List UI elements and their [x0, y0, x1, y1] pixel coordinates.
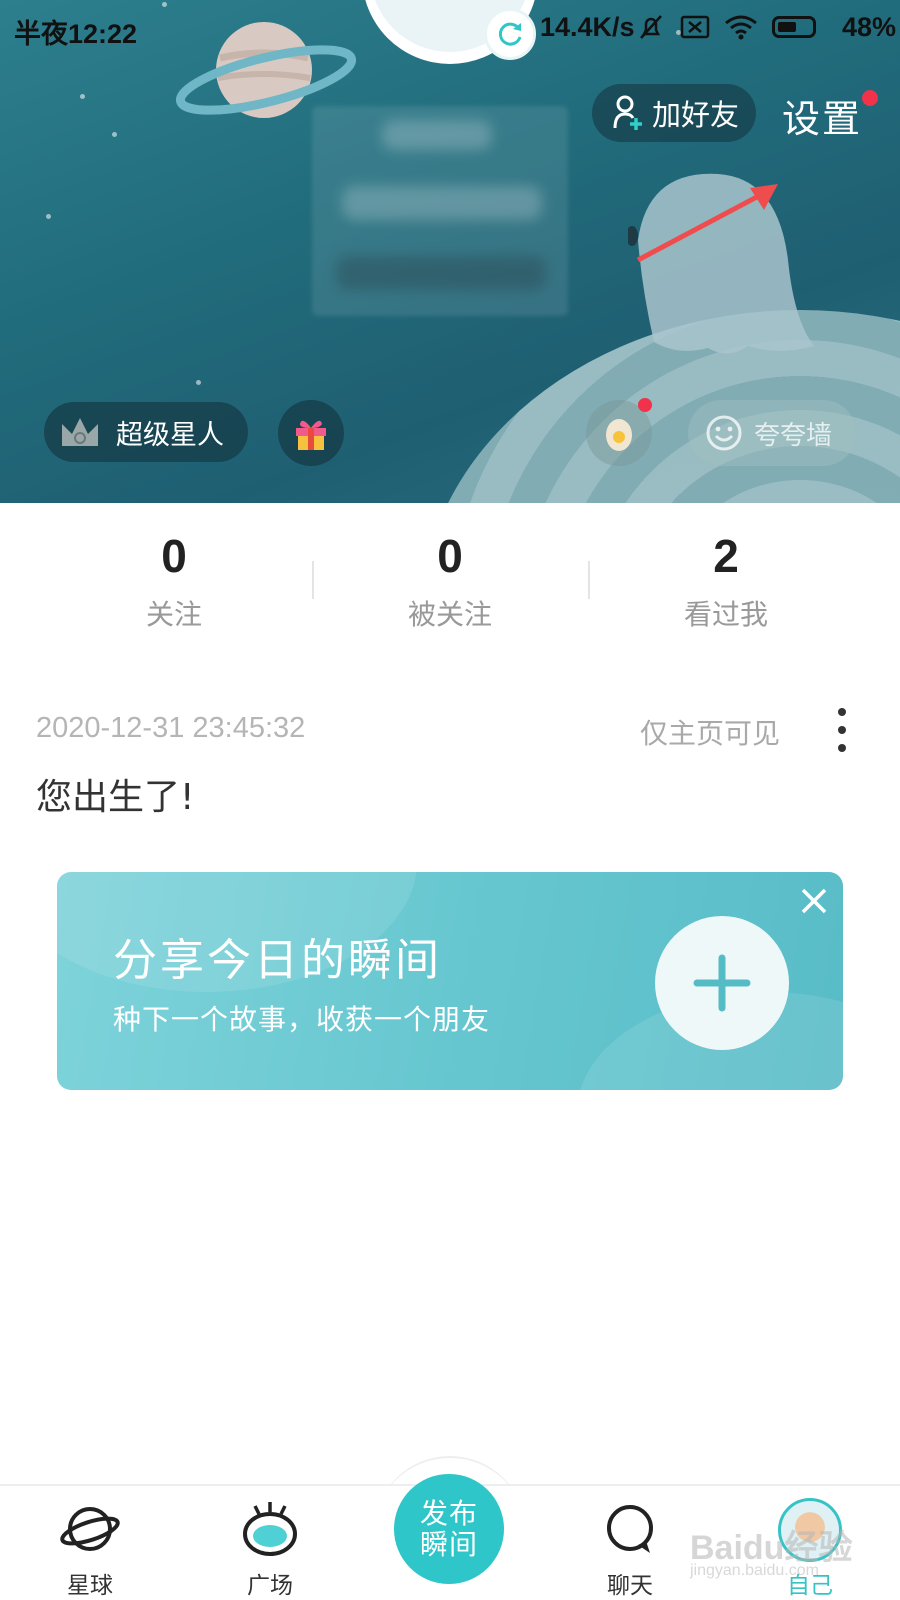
stat-following[interactable]: 0 关注: [74, 529, 274, 633]
settings-button[interactable]: 设置: [782, 88, 862, 143]
gift-button[interactable]: [278, 400, 344, 466]
share-moment-card[interactable]: 分享今日的瞬间 种下一个故事，收获一个朋友: [57, 872, 843, 1090]
status-time: 半夜12:22: [14, 19, 138, 49]
egg-notification-dot: [638, 398, 652, 412]
tab-square[interactable]: 广场: [210, 1498, 330, 1600]
tab-chat[interactable]: 聊天: [570, 1498, 690, 1600]
chat-icon: [607, 1505, 653, 1553]
no-sim-icon: [680, 15, 710, 39]
eye-icon: [243, 1502, 297, 1556]
following-label: 关注: [145, 598, 202, 631]
gift-icon: [296, 420, 326, 450]
post-timestamp: 2020-12-31 23:45:32: [36, 712, 306, 744]
publish-label-line2: 瞬间: [419, 1528, 478, 1561]
status-bar: 半夜12:22 14.4K/s 48%: [0, 0, 900, 56]
super-star-label: 超级星人: [116, 419, 224, 451]
followers-count: 0: [437, 530, 463, 582]
network-speed: 14.4K/s: [540, 12, 635, 42]
stat-visitors[interactable]: 2 看过我: [626, 529, 826, 633]
share-card-title: 分享今日的瞬间: [113, 935, 442, 986]
wifi-icon: [725, 15, 757, 40]
close-icon[interactable]: [797, 884, 831, 918]
mute-bell-icon: [640, 15, 662, 39]
post-visibility: 仅主页可见: [640, 717, 781, 750]
visitors-count: 2: [713, 530, 739, 582]
battery-icon: [772, 16, 816, 38]
star-decoration: [112, 132, 117, 137]
super-star-button[interactable]: 超级星人: [44, 402, 248, 462]
more-dot: [838, 726, 846, 734]
share-add-button[interactable]: [655, 916, 789, 1050]
stat-followers[interactable]: 0 被关注: [350, 529, 550, 633]
egg-icon: [606, 419, 632, 451]
share-card-subtitle: 种下一个故事，收获一个朋友: [113, 1003, 491, 1036]
tab-planet-label: 星球: [67, 1573, 113, 1599]
add-friend-label: 加好友: [652, 98, 740, 132]
settings-notification-dot: [862, 90, 878, 106]
praise-wall-label: 夸夸墙: [754, 420, 833, 451]
praise-wall-button[interactable]: 夸夸墙: [688, 400, 856, 466]
annotation-arrow: [636, 184, 778, 263]
star-decoration: [196, 380, 201, 385]
more-dot: [838, 744, 846, 752]
publish-moment-button[interactable]: 发布 瞬间: [394, 1474, 504, 1584]
publish-label-line1: 发布: [419, 1497, 478, 1530]
visitors-label: 看过我: [683, 598, 768, 631]
profile-header: 半夜12:22 14.4K/s 48% 加好友 设置 超级星人 夸夸墙: [0, 0, 900, 503]
planet-icon: [60, 1507, 120, 1551]
star-decoration: [80, 94, 85, 99]
following-count: 0: [161, 530, 187, 582]
plus-icon: [693, 954, 751, 1012]
tab-chat-label: 聊天: [607, 1573, 653, 1599]
battery-percent: 48%: [842, 12, 897, 42]
blurred-profile-info: [312, 106, 568, 316]
add-friend-button[interactable]: 加好友: [592, 84, 756, 142]
watermark-url: jingyan.baidu.com: [690, 1562, 819, 1579]
post-content: 您出生了!: [36, 777, 195, 818]
stat-divider: [312, 561, 314, 599]
follow-stats: 0 关注 0 被关注 2 看过我: [0, 503, 900, 663]
smiley-icon: [706, 415, 742, 451]
tab-square-label: 广场: [247, 1573, 293, 1599]
tab-planet[interactable]: 星球: [30, 1498, 150, 1600]
crown-icon: [62, 418, 98, 446]
more-dot: [838, 708, 846, 716]
add-user-icon: [613, 95, 642, 130]
followers-label: 被关注: [407, 598, 492, 631]
star-decoration: [46, 214, 51, 219]
more-options-button[interactable]: [830, 708, 854, 752]
stat-divider: [588, 561, 590, 599]
